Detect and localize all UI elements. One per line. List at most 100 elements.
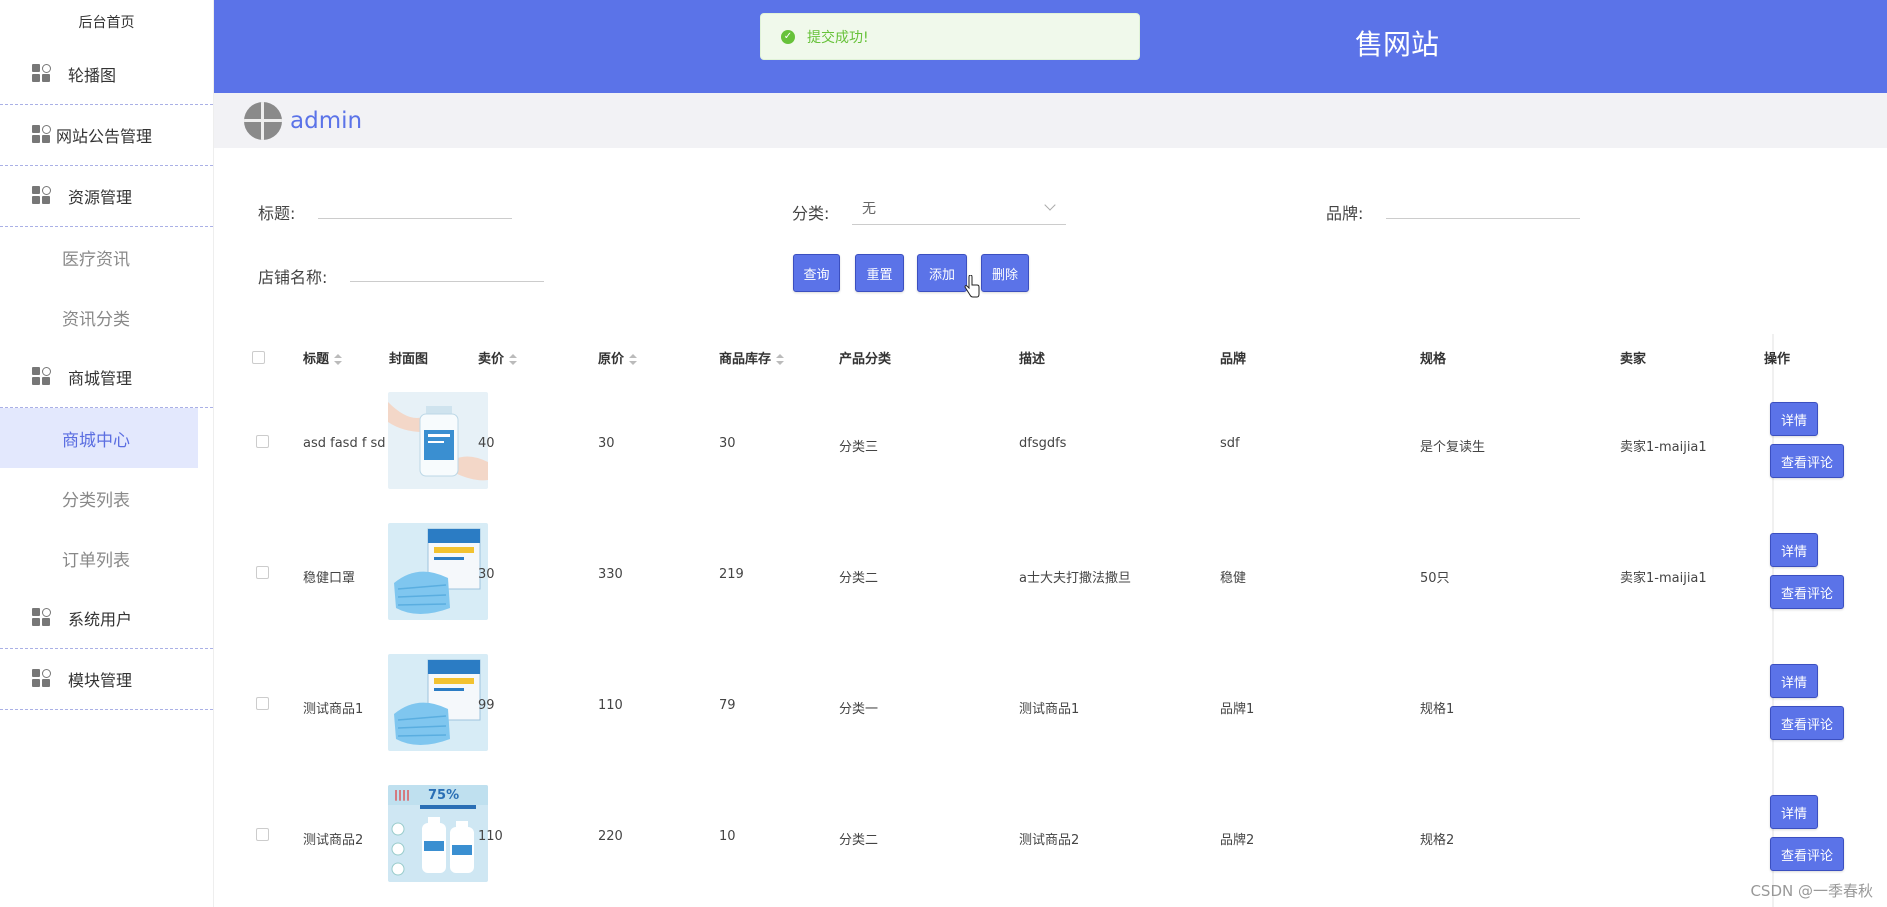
category-filter-label: 分类: <box>792 204 830 223</box>
cell-category: 分类一 <box>839 702 879 717</box>
delete-button[interactable]: 删除 <box>981 254 1029 292</box>
detail-button[interactable]: 详情 <box>1770 533 1818 567</box>
row-checkbox[interactable] <box>256 566 269 579</box>
cell-title: asd fasd f sd <box>303 436 386 451</box>
cell-price: 110 <box>478 829 503 844</box>
col-original-price[interactable]: 原价 <box>598 348 638 367</box>
cell-description: 测试商品2 <box>1019 833 1080 848</box>
watermark: CSDN @一季春秋 <box>1750 882 1873 900</box>
user-bar: admin <box>214 93 1887 148</box>
reset-button[interactable]: 重置 <box>855 254 904 292</box>
sidebar-item-modules[interactable]: 模块管理 <box>0 649 213 710</box>
title-filter-input[interactable] <box>318 193 512 219</box>
cell-description: dfsgdfs <box>1019 436 1067 451</box>
cell-description: a士大夫打撒法撒旦 <box>1019 571 1131 586</box>
col-category: 产品分类 <box>839 352 892 367</box>
avatar[interactable] <box>244 101 282 140</box>
sidebar-home[interactable]: 后台首页 <box>0 0 213 44</box>
cell-stock: 10 <box>719 829 736 844</box>
row-checkbox[interactable] <box>256 697 269 710</box>
view-reviews-button[interactable]: 查看评论 <box>1770 837 1844 871</box>
brand-filter-input[interactable] <box>1386 193 1580 219</box>
sidebar-item-resources[interactable]: 资源管理 <box>0 166 213 227</box>
sort-icon[interactable] <box>509 353 518 366</box>
category-select[interactable]: 无 <box>852 191 1066 225</box>
cell-stock: 219 <box>719 567 744 582</box>
site-title: 售网站 <box>1355 28 1440 61</box>
cover-image-alcohol[interactable]: |||| 75% <box>388 785 488 882</box>
sidebar-item-system-users[interactable]: 系统用户 <box>0 588 213 649</box>
table-row: 稳健口罩 30 330 219 分类二 a士大夫打撒法撒旦 稳健 50只 卖家1… <box>242 512 1887 643</box>
sidebar-item-label: 系统用户 <box>68 610 133 629</box>
toast-message: 提交成功! <box>807 29 869 46</box>
main-content: 标题: 分类: 无 品牌: 店铺名称: 查询 重置 添加 删除 标题 封面图 卖… <box>224 153 1887 907</box>
sidebar-item-carousel[interactable]: 轮播图 <box>0 44 213 105</box>
view-reviews-button[interactable]: 查看评论 <box>1770 575 1844 609</box>
grid-icon <box>32 669 52 689</box>
shop-filter-label: 店铺名称: <box>258 268 328 287</box>
cell-original-price: 220 <box>598 829 623 844</box>
detail-button[interactable]: 详情 <box>1770 664 1818 698</box>
detail-button[interactable]: 详情 <box>1770 795 1818 829</box>
cell-brand: 品牌1 <box>1220 702 1255 717</box>
row-checkbox[interactable] <box>256 828 269 841</box>
cell-category: 分类二 <box>839 571 879 586</box>
sidebar-sub-news-category[interactable]: 资讯分类 <box>0 287 213 347</box>
sort-icon[interactable] <box>334 353 343 366</box>
query-button[interactable]: 查询 <box>793 254 840 292</box>
sidebar-sub-order-list[interactable]: 订单列表 <box>0 528 213 588</box>
col-cover: 封面图 <box>389 352 429 367</box>
sidebar-sub-medical-news[interactable]: 医疗资讯 <box>0 227 213 287</box>
cell-title: 测试商品2 <box>303 833 364 848</box>
cell-price: 30 <box>478 567 495 582</box>
col-price[interactable]: 卖价 <box>478 348 518 367</box>
col-brand: 品牌 <box>1220 352 1247 367</box>
sidebar-item-label: 网站公告管理 <box>56 127 153 146</box>
chevron-down-icon <box>1044 199 1056 211</box>
hand-cursor-icon <box>964 275 980 298</box>
grid-icon <box>32 125 52 145</box>
cell-description: 测试商品1 <box>1019 702 1080 717</box>
table-row: 测试商品1 99 110 79 分类一 测试商品1 品牌1 规格1 详情 查看评… <box>242 643 1887 774</box>
select-all-checkbox[interactable] <box>252 351 265 364</box>
check-circle-icon: ✓ <box>781 29 795 44</box>
cell-original-price: 330 <box>598 567 623 582</box>
sidebar-item-label: 商城管理 <box>68 369 133 388</box>
col-title[interactable]: 标题 <box>303 348 343 367</box>
user-name[interactable]: admin <box>290 108 362 134</box>
sort-icon[interactable] <box>776 353 785 366</box>
sidebar-item-mall[interactable]: 商城管理 <box>0 347 213 408</box>
cell-brand: 稳健 <box>1220 571 1247 586</box>
cell-brand: sdf <box>1220 436 1240 451</box>
sidebar-sub-category-list[interactable]: 分类列表 <box>0 468 213 528</box>
cell-spec: 规格2 <box>1420 833 1455 848</box>
cell-spec: 规格1 <box>1420 702 1455 717</box>
cover-image-mask[interactable] <box>388 523 488 620</box>
cell-brand: 品牌2 <box>1220 833 1255 848</box>
detail-button[interactable]: 详情 <box>1770 402 1818 436</box>
table-header: 标题 封面图 卖价 原价 商品库存 产品分类 描述 品牌 规格 卖家 操作 <box>242 336 1887 376</box>
grid-icon <box>32 608 52 628</box>
cover-image-sanitizer[interactable] <box>388 392 488 489</box>
sidebar-item-announcements[interactable]: 网站公告管理 <box>0 105 213 166</box>
sidebar: 后台首页 轮播图 网站公告管理 资源管理 医疗资讯 资讯分类 商城管理 商城中心… <box>0 0 214 907</box>
view-reviews-button[interactable]: 查看评论 <box>1770 444 1844 478</box>
promo-percent: 75% <box>428 788 459 803</box>
col-operations: 操作 <box>1764 352 1791 367</box>
shop-filter-input[interactable] <box>350 256 544 282</box>
sort-icon[interactable] <box>629 353 638 366</box>
col-stock[interactable]: 商品库存 <box>719 348 785 367</box>
category-select-value: 无 <box>862 200 876 217</box>
sidebar-sub-mall-center[interactable]: 商城中心 <box>0 408 198 468</box>
grid-icon <box>32 367 52 387</box>
grid-icon <box>32 186 52 206</box>
cover-image-mask[interactable] <box>388 654 488 751</box>
view-reviews-button[interactable]: 查看评论 <box>1770 706 1844 740</box>
add-button[interactable]: 添加 <box>917 254 967 292</box>
cell-stock: 79 <box>719 698 736 713</box>
table-row: 测试商品2 |||| 75% 110 220 10 分类二 测试商品2 品牌2 … <box>242 774 1887 905</box>
brand-filter-label: 品牌: <box>1326 204 1364 223</box>
cell-price: 40 <box>478 436 495 451</box>
cell-spec: 是个复读生 <box>1420 440 1486 455</box>
row-checkbox[interactable] <box>256 435 269 448</box>
